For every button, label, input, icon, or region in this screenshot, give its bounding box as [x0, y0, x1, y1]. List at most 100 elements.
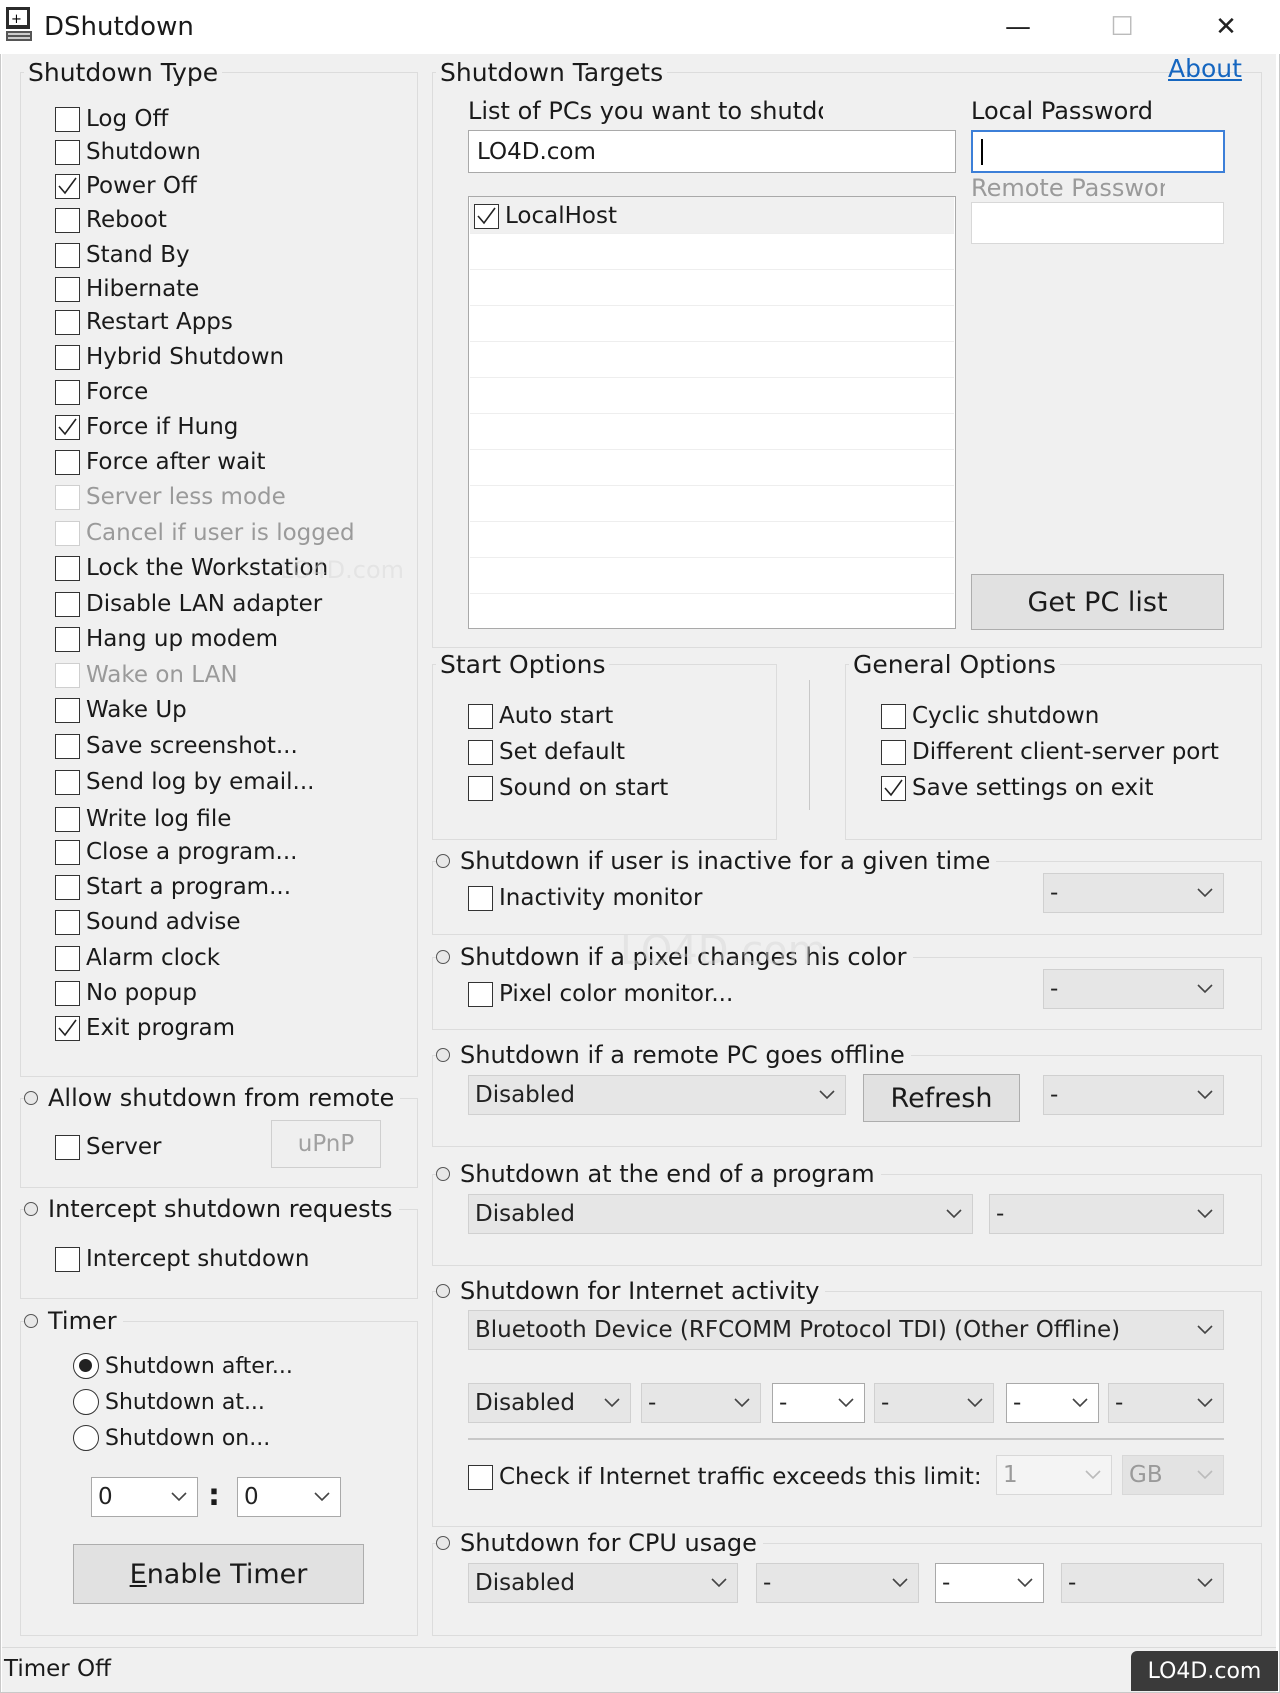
- pc-item-localhost[interactable]: LocalHost: [474, 200, 617, 232]
- remote-offline-title: Shutdown if a remote PC goes offline: [460, 1041, 905, 1069]
- program-select[interactable]: Disabled: [468, 1194, 973, 1234]
- list-row: [470, 377, 954, 414]
- intercept-checkbox[interactable]: Intercept shutdown: [55, 1243, 309, 1275]
- shutdown-type-option[interactable]: Stand By: [55, 239, 190, 271]
- shutdown-type-option[interactable]: Write log file: [55, 803, 231, 835]
- close-icon: ✕: [1215, 12, 1237, 42]
- internet-select-4[interactable]: -: [1006, 1383, 1099, 1423]
- shutdown-type-option[interactable]: Restart Apps: [55, 306, 233, 338]
- save-settings-label: Save settings on exit: [912, 775, 1154, 801]
- shutdown-type-option[interactable]: Alarm clock: [55, 942, 220, 974]
- end-program-select-2[interactable]: -: [989, 1194, 1224, 1234]
- checkbox-box: [55, 733, 80, 759]
- shutdown-type-option[interactable]: Force if Hung: [55, 411, 238, 443]
- timer-option-at[interactable]: Shutdown at...: [73, 1386, 265, 1418]
- auto-start-checkbox[interactable]: Auto start: [468, 700, 613, 732]
- shutdown-type-option[interactable]: Exit program: [55, 1012, 235, 1044]
- checkbox-box: [55, 449, 80, 475]
- pc-name-input[interactable]: LO4D.com: [468, 130, 956, 173]
- shutdown-type-option[interactable]: Power Off: [55, 170, 197, 202]
- pc-list[interactable]: LocalHost: [468, 196, 956, 629]
- refresh-button[interactable]: Refresh: [863, 1074, 1020, 1122]
- shutdown-type-option[interactable]: Hibernate: [55, 273, 199, 305]
- remote-offline-radio[interactable]: Shutdown if a remote PC goes offline: [436, 1039, 911, 1071]
- shutdown-type-label: Alarm clock: [86, 945, 221, 971]
- intercept-radio[interactable]: Intercept shutdown requests: [24, 1193, 399, 1225]
- timer-option-label: Shutdown after...: [105, 1353, 293, 1379]
- inactive-radio[interactable]: Shutdown if user is inactive for a given…: [436, 845, 997, 877]
- cpu-select-2[interactable]: -: [935, 1563, 1044, 1603]
- internet-radio[interactable]: Shutdown for Internet activity: [436, 1275, 826, 1307]
- shutdown-type-option[interactable]: Shutdown: [55, 136, 201, 168]
- timer-title: Timer: [48, 1307, 117, 1335]
- cpu-radio[interactable]: Shutdown for CPU usage: [436, 1527, 763, 1559]
- shutdown-type-option[interactable]: Wake Up: [55, 694, 187, 726]
- shutdown-type-option[interactable]: Wake on LAN: [55, 659, 238, 691]
- cpu-select-3[interactable]: -: [1061, 1563, 1224, 1603]
- traffic-limit-select[interactable]: 1: [996, 1455, 1112, 1495]
- remote-offline-select-2[interactable]: -: [1043, 1075, 1224, 1115]
- enable-timer-button[interactable]: Enable Timer: [73, 1544, 364, 1604]
- shutdown-type-option[interactable]: Save screenshot...: [55, 730, 298, 762]
- get-pc-list-button[interactable]: Get PC list: [971, 574, 1224, 630]
- chevron-down-icon: [1085, 1470, 1101, 1480]
- about-link[interactable]: About: [1168, 54, 1242, 83]
- remote-password-input[interactable]: [971, 202, 1224, 244]
- upnp-button[interactable]: uPnP: [271, 1120, 381, 1168]
- radio-button-icon: [73, 1389, 99, 1415]
- internet-select-2[interactable]: -: [772, 1383, 865, 1423]
- shutdown-type-label: Force if Hung: [86, 414, 239, 440]
- shutdown-type-option[interactable]: Cancel if user is logged: [55, 517, 355, 549]
- shutdown-type-label: Log Off: [86, 106, 169, 132]
- sound-on-start-checkbox[interactable]: Sound on start: [468, 772, 668, 804]
- remote-pc-select[interactable]: Disabled: [468, 1075, 846, 1115]
- shutdown-type-option[interactable]: Force after wait: [55, 446, 266, 478]
- maximize-button[interactable]: ☐: [1070, 0, 1174, 54]
- timer-hours-select[interactable]: 0: [91, 1477, 198, 1517]
- cpu-select-1[interactable]: -: [756, 1563, 919, 1603]
- checkbox-box: [55, 1134, 80, 1160]
- shutdown-type-option[interactable]: Log Off: [55, 103, 168, 135]
- shutdown-type-option[interactable]: Send log by email...: [55, 766, 315, 798]
- pixel-monitor-checkbox[interactable]: Pixel color monitor...: [468, 978, 733, 1010]
- chevron-down-icon: [1197, 984, 1213, 994]
- shutdown-type-option[interactable]: Force: [55, 376, 148, 408]
- cpu-mode-select[interactable]: Disabled: [468, 1563, 738, 1603]
- internet-mode-select[interactable]: Disabled: [468, 1383, 631, 1423]
- close-button[interactable]: ✕: [1174, 0, 1278, 54]
- client-server-port-checkbox[interactable]: Different client-server port: [881, 736, 1219, 768]
- cyclic-shutdown-checkbox[interactable]: Cyclic shutdown: [881, 700, 1099, 732]
- timer-option-on[interactable]: Shutdown on...: [73, 1422, 270, 1454]
- internet-select-1[interactable]: -: [641, 1383, 761, 1423]
- timer-radio[interactable]: Timer: [24, 1305, 123, 1337]
- shutdown-type-option[interactable]: Close a program...: [55, 836, 297, 868]
- shutdown-type-option[interactable]: Start a program...: [55, 871, 291, 903]
- traffic-unit-select[interactable]: GB: [1122, 1455, 1224, 1495]
- save-settings-checkbox[interactable]: Save settings on exit: [881, 772, 1154, 804]
- local-password-input[interactable]: [971, 130, 1225, 173]
- inactive-time-select[interactable]: -: [1043, 873, 1224, 913]
- shutdown-type-option[interactable]: Hang up modem: [55, 623, 278, 655]
- pixel-select[interactable]: -: [1043, 969, 1224, 1009]
- set-default-checkbox[interactable]: Set default: [468, 736, 625, 768]
- shutdown-type-label: Hibernate: [86, 276, 200, 302]
- shutdown-type-option[interactable]: Sound advise: [55, 906, 241, 938]
- shutdown-type-option[interactable]: Server less mode: [55, 481, 286, 513]
- server-checkbox[interactable]: Server: [55, 1131, 161, 1163]
- shutdown-type-option[interactable]: Disable LAN adapter: [55, 588, 322, 620]
- local-password-label: Local Password: [971, 97, 1153, 125]
- timer-option-after[interactable]: Shutdown after...: [73, 1350, 293, 1382]
- network-device-select[interactable]: Bluetooth Device (RFCOMM Protocol TDI) (…: [468, 1310, 1224, 1350]
- internet-select-3[interactable]: -: [874, 1383, 994, 1423]
- shutdown-type-option[interactable]: Reboot: [55, 204, 167, 236]
- shutdown-type-option[interactable]: No popup: [55, 977, 197, 1009]
- inactivity-monitor-checkbox[interactable]: Inactivity monitor: [468, 882, 702, 914]
- traffic-limit-checkbox[interactable]: Check if Internet traffic exceeds this l…: [468, 1461, 982, 1493]
- timer-minutes-select[interactable]: 0: [237, 1477, 341, 1517]
- shutdown-type-label: Wake on LAN: [86, 662, 238, 688]
- internet-select-5[interactable]: -: [1108, 1383, 1224, 1423]
- minimize-button[interactable]: —: [966, 0, 1070, 54]
- end-program-radio[interactable]: Shutdown at the end of a program: [436, 1158, 881, 1190]
- allow-remote-radio[interactable]: Allow shutdown from remote: [24, 1082, 401, 1114]
- shutdown-type-option[interactable]: Hybrid Shutdown: [55, 341, 284, 373]
